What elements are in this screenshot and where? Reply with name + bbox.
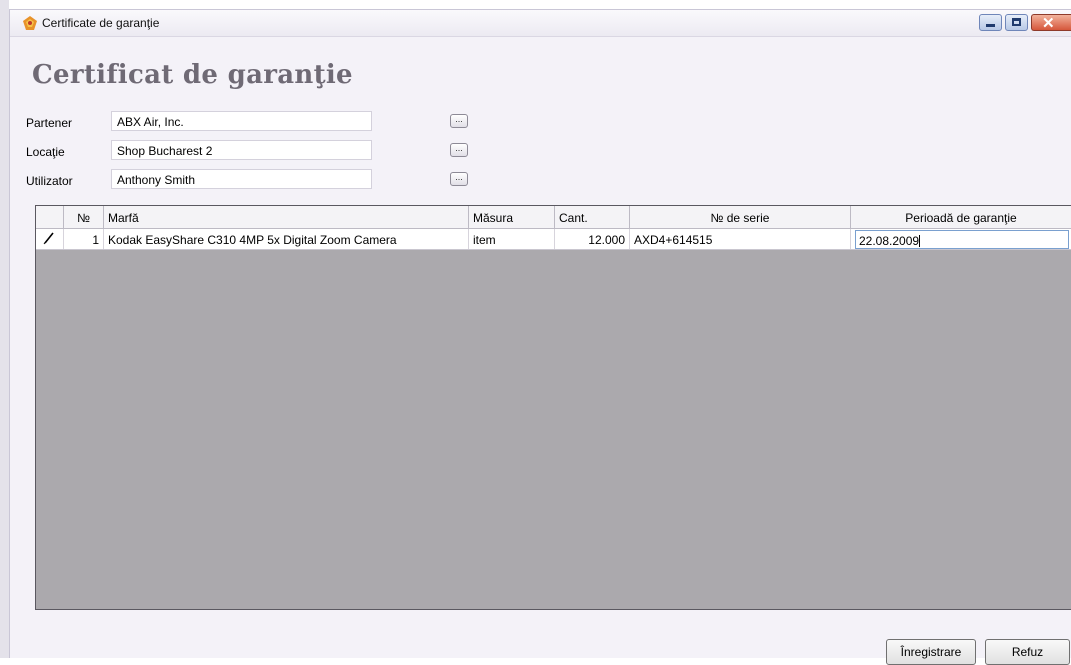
header-item[interactable]: Marfă xyxy=(104,206,469,228)
cell-no[interactable]: 1 xyxy=(64,229,104,249)
header-unit[interactable]: Măsura xyxy=(469,206,555,228)
header-serial[interactable]: № de serie xyxy=(630,206,851,228)
cell-unit[interactable]: item xyxy=(469,229,555,249)
page-title: Certificat de garanţie xyxy=(32,60,353,90)
header-no[interactable]: № xyxy=(64,206,104,228)
title-bar[interactable]: Certificate de garanţie ✕ xyxy=(10,10,1071,37)
warranty-value: 22.08.2009 xyxy=(859,234,920,248)
partner-value: ABX Air, Inc. xyxy=(117,115,184,129)
cell-qty[interactable]: 12.000 xyxy=(555,229,630,249)
maximize-button[interactable] xyxy=(1005,14,1028,31)
header-qty[interactable]: Cant. xyxy=(555,206,630,228)
items-grid[interactable]: № Marfă Măsura Cant. № de serie Perioadă… xyxy=(35,205,1071,610)
maximize-icon xyxy=(1012,18,1021,26)
location-field[interactable]: Shop Bucharest 2 ... xyxy=(111,140,468,160)
location-value: Shop Bucharest 2 xyxy=(117,144,213,158)
partner-field[interactable]: ABX Air, Inc. ... xyxy=(111,111,468,131)
cancel-button[interactable]: Refuz xyxy=(985,639,1070,665)
warranty-edit-input[interactable]: 22.08.2009 xyxy=(855,230,1069,249)
location-label: Locaţie xyxy=(26,145,65,159)
save-button[interactable]: Înregistrare xyxy=(886,639,976,665)
user-value: Anthony Smith xyxy=(117,173,196,187)
app-icon xyxy=(23,16,37,30)
partner-label: Partener xyxy=(26,116,73,130)
grid-header: № Marfă Măsura Cant. № de serie Perioadă… xyxy=(36,206,1071,229)
cell-serial[interactable]: AXD4+614515 xyxy=(630,229,851,249)
row-indicator xyxy=(36,229,64,249)
pencil-icon xyxy=(43,232,54,245)
text-caret xyxy=(919,235,921,247)
close-button[interactable]: ✕ xyxy=(1031,14,1071,32)
certificate-window: Certificate de garanţie ✕ Certificat de … xyxy=(9,9,1071,665)
user-browse-button[interactable]: ... xyxy=(450,172,468,186)
header-warranty[interactable]: Perioadă de garanţie xyxy=(851,206,1071,228)
user-field[interactable]: Anthony Smith ... xyxy=(111,169,468,189)
window-title: Certificate de garanţie xyxy=(42,16,160,30)
header-indicator xyxy=(36,206,64,228)
location-browse-button[interactable]: ... xyxy=(450,143,468,157)
minimize-icon xyxy=(986,24,995,27)
table-row[interactable]: 1 Kodak EasyShare C310 4MP 5x Digital Zo… xyxy=(36,229,1071,250)
user-label: Utilizator xyxy=(26,174,73,188)
partner-browse-button[interactable]: ... xyxy=(450,114,468,128)
minimize-button[interactable] xyxy=(979,14,1002,31)
close-icon: ✕ xyxy=(1042,15,1055,32)
cell-item[interactable]: Kodak EasyShare C310 4MP 5x Digital Zoom… xyxy=(104,229,469,249)
desktop-edge xyxy=(0,0,9,658)
